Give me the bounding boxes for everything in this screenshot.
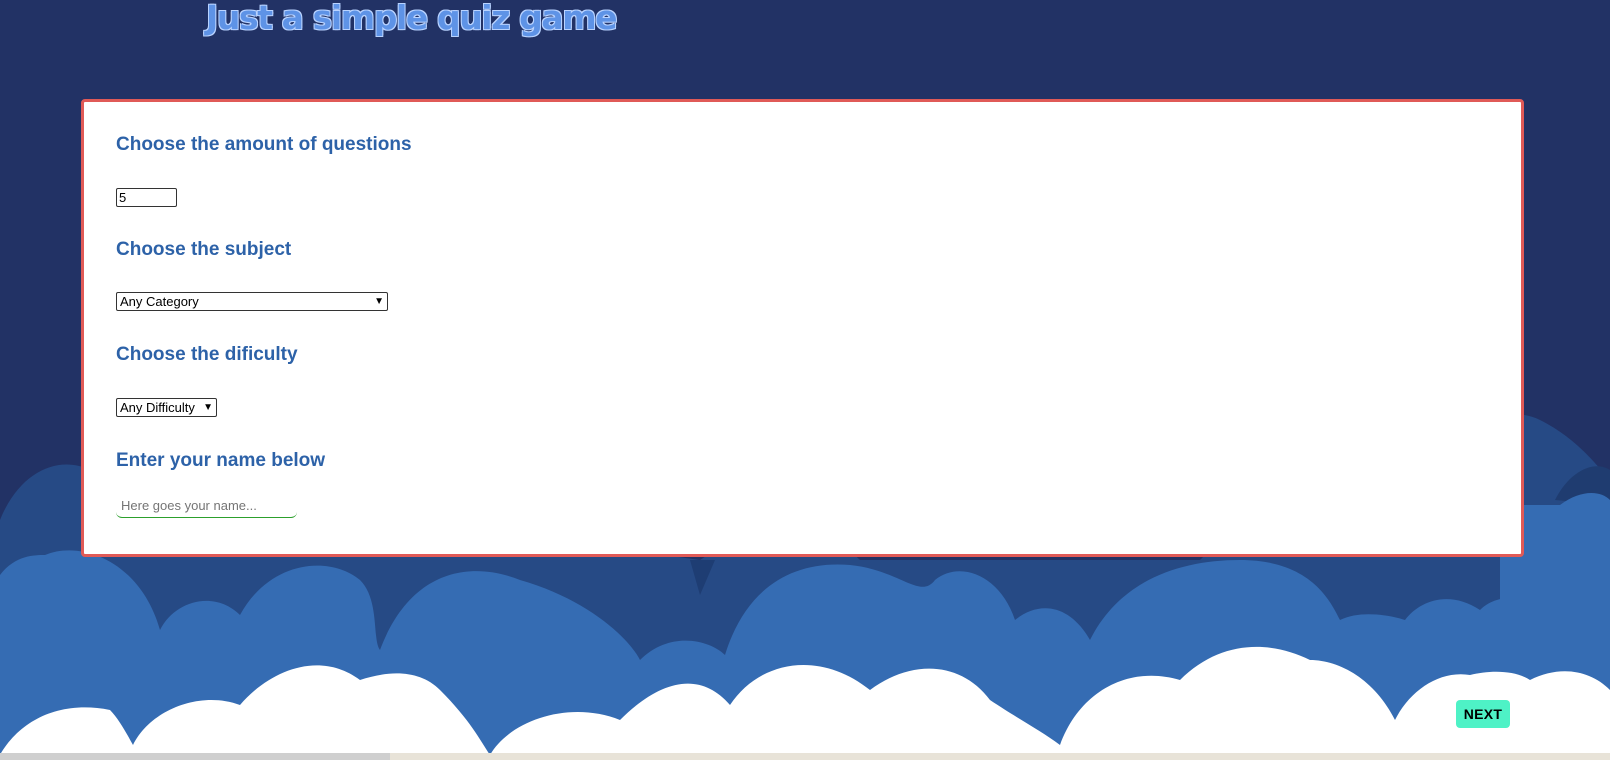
difficulty-label: Choose the dificulty <box>116 344 298 365</box>
subject-label: Choose the subject <box>116 239 292 260</box>
page-title: Just a simple quiz game <box>206 0 618 37</box>
quiz-settings-panel: Choose the amount of questions Choose th… <box>81 99 1524 557</box>
amount-label: Choose the amount of questions <box>116 134 412 155</box>
next-button[interactable]: NEXT <box>1456 700 1510 728</box>
chevron-down-icon: ▼ <box>374 295 384 307</box>
quiz-setup-page: Just a simple quiz game Choose the amoun… <box>0 0 1610 760</box>
difficulty-select-value: Any Difficulty <box>120 400 195 415</box>
category-select-value: Any Category <box>120 294 199 309</box>
category-select[interactable]: Any Category ▼ <box>116 292 388 311</box>
difficulty-select[interactable]: Any Difficulty ▼ <box>116 398 217 417</box>
name-input[interactable] <box>116 493 297 518</box>
chevron-down-icon: ▼ <box>203 401 213 413</box>
scrollbar-thumb[interactable] <box>0 753 390 760</box>
name-label: Enter your name below <box>116 450 326 471</box>
horizontal-scrollbar[interactable] <box>0 753 1610 760</box>
amount-input[interactable] <box>116 188 177 207</box>
